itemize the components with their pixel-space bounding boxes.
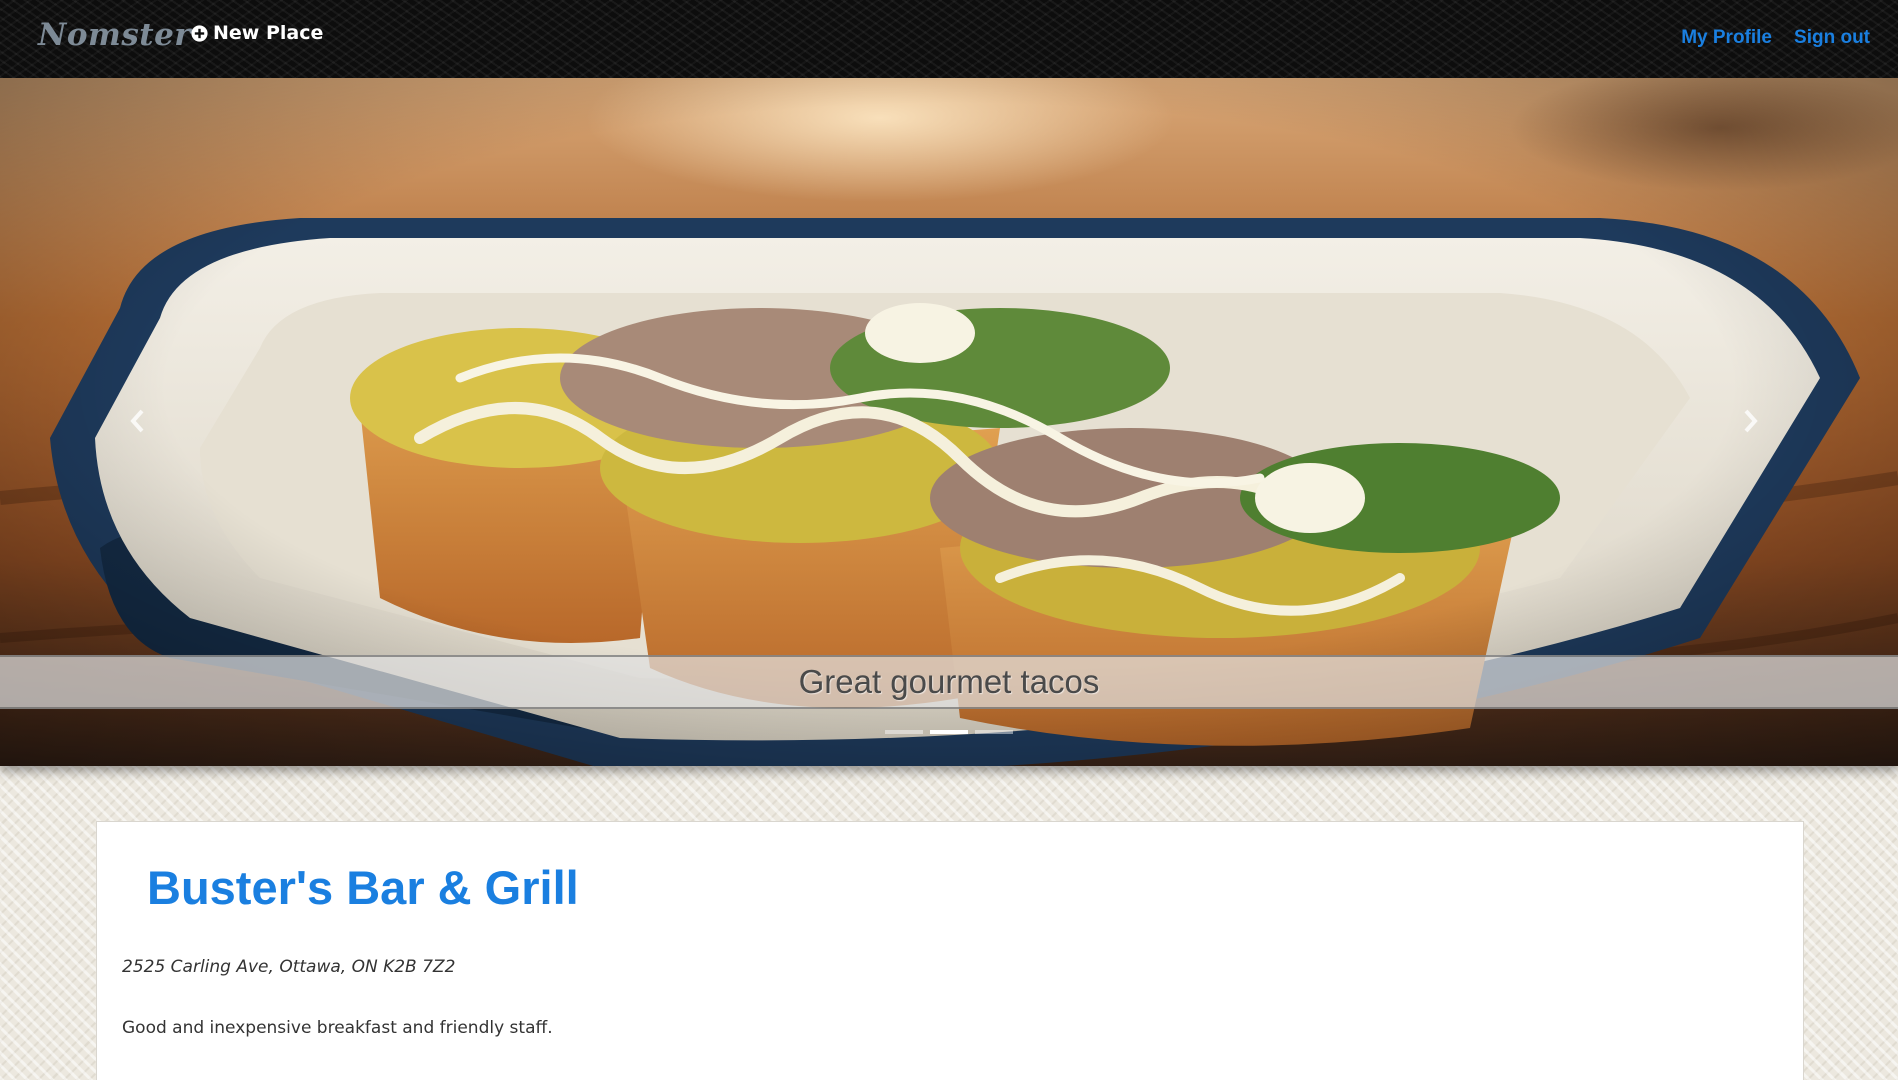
carousel-indicators xyxy=(0,730,1898,734)
hero-carousel: Great gourmet tacos xyxy=(0,78,1898,766)
plus-circle-icon xyxy=(191,24,208,42)
place-name: Buster's Bar & Grill xyxy=(147,861,579,914)
my-profile-link[interactable]: My Profile xyxy=(1681,27,1772,49)
top-navbar: Nomster New Place My Profile Sign out xyxy=(0,0,1898,78)
carousel-indicator-1[interactable] xyxy=(885,730,923,734)
new-place-link[interactable]: New Place xyxy=(191,22,323,44)
place-card: Buster's Bar & Grill 2525 Carling Ave, O… xyxy=(96,821,1804,1080)
new-place-label: New Place xyxy=(213,22,324,44)
carousel-caption: Great gourmet tacos xyxy=(0,655,1898,709)
chevron-right-icon xyxy=(1744,409,1758,433)
chevron-left-icon xyxy=(130,409,144,433)
place-address: 2525 Carling Ave, Ottawa, ON K2B 7Z2 xyxy=(122,957,456,977)
place-description: Good and inexpensive breakfast and frien… xyxy=(122,1018,553,1038)
brand-logo[interactable]: Nomster xyxy=(38,17,191,53)
carousel-next-button[interactable] xyxy=(1730,401,1770,441)
nav-right-links: My Profile Sign out xyxy=(1681,27,1870,49)
carousel-indicator-2[interactable] xyxy=(930,730,968,734)
sign-out-link[interactable]: Sign out xyxy=(1794,27,1870,49)
carousel-prev-button[interactable] xyxy=(118,401,158,441)
carousel-indicator-3[interactable] xyxy=(975,730,1013,734)
carousel-caption-text: Great gourmet tacos xyxy=(798,663,1100,700)
